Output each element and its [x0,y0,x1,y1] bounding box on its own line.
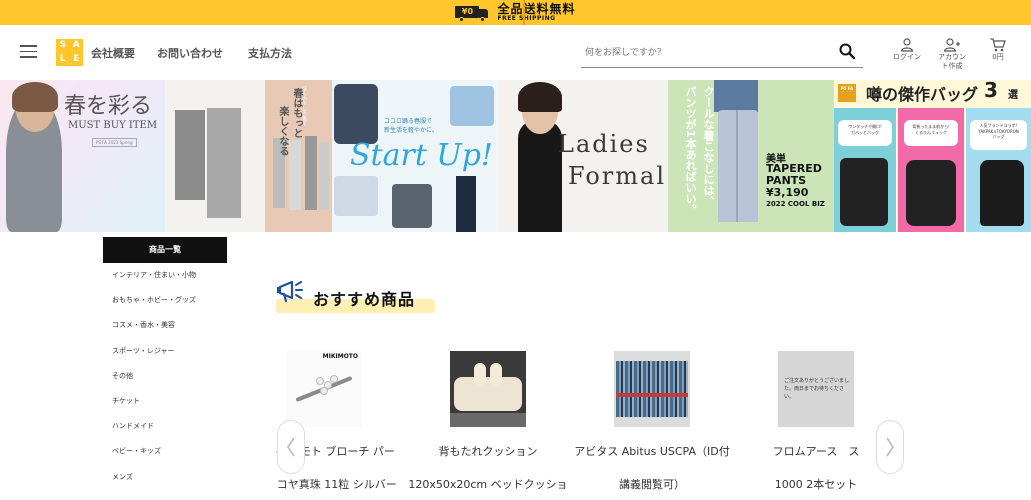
nav-contact[interactable]: お問い合わせ [157,45,223,61]
banner6-c1b: ガバッとバッグ [851,130,879,135]
hamburger-menu-icon[interactable] [20,45,37,58]
site-header: S A L E 会社概要 お問い合わせ 支払方法 ログイン アカウン ト作成 [0,25,1031,79]
banner6-suffix: 選 [1008,90,1018,101]
product-card[interactable]: 背もたれクッション 120x50x20cm ベッドクッショ [406,351,570,492]
product-card[interactable]: アビタス Abitus USCPA（ID付 講義閲覧可） [570,351,734,492]
banner6-title: 噂の傑作バッグ [866,85,979,104]
login-label: ログイン [893,53,921,61]
search-icon[interactable] [839,43,855,59]
banner3-small2: 新生活を軽やかに。 [384,127,439,134]
banner3-title: Start Up! [350,138,493,173]
banner2-text1: 春はもっと [291,88,302,138]
create-account-button[interactable]: アカウン ト作成 [934,38,970,70]
category-sidebar: 商品一覧 インテリア・住まい・小物 おもちゃ・ホビー・グッズ コスメ・香水・美容… [103,237,227,490]
sidebar-item-cosmetics[interactable]: コスメ・香水・美容 [103,313,227,338]
promo-divider [523,0,525,25]
banner-start-up[interactable]: ココロ踊る春服で 新生活を軽やかに。 Start Up! [332,80,498,232]
cart-button[interactable]: 0円 [980,38,1016,61]
megaphone-icon [277,280,303,303]
banner3-small1: ココロ踊る春服で [384,118,433,125]
sidebar-item-interior[interactable]: インテリア・住まい・小物 [103,263,227,288]
product-title: アビタス Abitus USCPA（ID付 [574,445,730,458]
product-subtitle: 講義閲覧可） [619,478,685,491]
account-label-2: ト作成 [941,62,963,70]
product-image-label: ご注文ありがとうございました。両日までお待ちください。 [784,378,850,400]
banner-spring-must-buy[interactable]: 春を彩る MUST BUY ITEM PS.FA 2023 Spring [0,80,165,232]
product-subtitle: 1000 2本セット [774,478,858,491]
chevron-left-icon [287,437,295,457]
banner6-number: 3 [984,80,998,102]
account-label-1: アカウン [938,53,966,61]
banner-bag-top3[interactable]: PS FA 噂の傑作バッグ 3 選 ワンタッチで開口! ガバッとバッグ 背負った… [834,80,1031,232]
cart-icon [990,38,1006,52]
truck-icon: ¥0 [455,4,489,22]
search-bar [581,39,863,68]
product-title: フロムアース ス [772,445,860,458]
product-subtitle: ル アコヤ真珠 11粒 シルバー [276,478,397,491]
banner4-line1: Ladies [558,130,650,158]
sidebar-heading: 商品一覧 [103,237,227,263]
banner6-c2b: くるりんリュック [915,130,947,135]
product-title: 背もたれクッション [438,445,538,458]
carousel-next-button[interactable] [876,420,904,474]
product-carousel: MIKIMOTO 品🐝ミキモト ブローチ パー ル アコヤ真珠 11粒 シルバー… [276,351,904,500]
carousel-prev-button[interactable] [277,420,305,474]
recommend-heading: おすすめ商品 [276,276,436,313]
free-shipping-banner[interactable]: ¥0 全品送料無料 FREE SHIPPING [0,0,1031,25]
banner-carousel: 春を彩る MUST BUY ITEM PS.FA 2023 Spring ほんの… [0,80,1031,232]
nav-payment[interactable]: 支払方法 [248,45,292,61]
promo-main-text: 全品送料無料 [497,2,576,16]
banner2-text2: 楽しくなる [277,106,288,156]
banner-ladies-formal[interactable]: Ladies Formal [498,80,668,232]
banner6-c3c: バッグ [992,134,1005,139]
chevron-right-icon [886,437,894,457]
banner-spring-color[interactable]: ほんの少しの色で 春はもっと 楽しくなる [165,80,332,232]
banner1-title: 春を彩る [64,94,153,119]
banner5-tag: 2022 COOL BIZ [766,200,825,208]
sidebar-item-toys[interactable]: おもちゃ・ホビー・グッズ [103,288,227,313]
banner5-price: ¥3,190 [766,186,809,199]
recommend-title: おすすめ商品 [313,290,416,309]
login-button[interactable]: ログイン [889,38,925,61]
search-input[interactable] [585,44,825,62]
banner1-subtitle: MUST BUY ITEM [68,120,158,131]
banner-tapered-pants[interactable]: クールな着こなしには、 パンツが1本あればいい。 美単 TAPERED PANT… [668,80,834,232]
user-add-icon [944,38,960,52]
banner1-tag: PS.FA 2023 Spring [92,138,137,147]
sidebar-item-other[interactable]: その他 [103,364,227,389]
banner5-vertical1: クールな着こなしには、 [702,86,715,207]
sidebar-item-baby-kids[interactable]: ベビー・キッズ [103,439,227,464]
banner5-vertical2: パンツが1本あればいい。 [684,86,697,215]
product-image [614,351,690,427]
product-image-label: MIKIMOTO [322,353,358,360]
user-icon [900,38,914,52]
cart-total: 0円 [992,53,1004,61]
sidebar-item-mens[interactable]: メンズ [103,465,227,490]
promo-sub-text: FREE SHIPPING [497,15,556,22]
sidebar-item-sports[interactable]: スポーツ・レジャー [103,339,227,364]
nav-company[interactable]: 会社概要 [91,45,135,61]
product-card[interactable]: ご注文ありがとうございました。両日までお待ちください。 フロムアース ス 100… [734,351,898,492]
site-logo[interactable]: S A L E [56,39,83,66]
banner4-line2: Formal [568,162,667,190]
product-subtitle: 120x50x20cm ベッドクッショ [408,478,568,491]
sidebar-item-handmade[interactable]: ハンドメイド [103,414,227,439]
product-image: ご注文ありがとうございました。両日までお待ちください。 [778,351,854,427]
product-image: MIKIMOTO [286,351,362,427]
sidebar-item-tickets[interactable]: チケット [103,389,227,414]
product-image [450,351,526,427]
truck-price-label: ¥0 [455,5,480,18]
banner6-logo: PS FA [838,84,856,102]
